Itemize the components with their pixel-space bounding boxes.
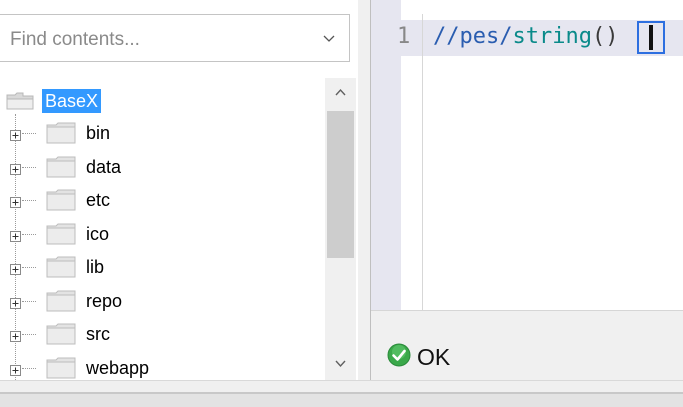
tree-item-label[interactable]: data (86, 155, 121, 179)
tree-connector (22, 334, 36, 335)
tree-root[interactable]: BaseX (0, 86, 325, 116)
folder-icon (46, 189, 76, 216)
tree-item-label[interactable]: lib (86, 255, 104, 279)
check-circle-icon (387, 343, 411, 372)
tree-connector (22, 267, 36, 268)
chevron-down-icon[interactable] (321, 30, 337, 46)
text-caret (649, 25, 653, 50)
search-input[interactable] (8, 27, 312, 53)
expand-plus-icon[interactable] (10, 296, 21, 309)
query-editor[interactable]: 1 //pes/string() (371, 0, 683, 310)
tree-root-label[interactable]: BaseX (42, 89, 102, 113)
tree-connector (22, 133, 36, 134)
folder-icon (46, 122, 76, 149)
folder-icon (46, 290, 76, 317)
tree-item[interactable]: ico (0, 219, 325, 249)
folder-open-icon (6, 92, 34, 115)
scroll-up-button[interactable] (325, 78, 356, 108)
tree-connector (22, 200, 36, 201)
tree-connector (22, 233, 36, 235)
tree-connector (22, 367, 36, 369)
folder-icon (46, 256, 76, 283)
expand-plus-icon[interactable] (10, 363, 21, 376)
status-text: OK (417, 344, 451, 370)
expand-plus-icon[interactable] (10, 329, 21, 342)
bottom-bar (0, 394, 683, 407)
tree-scrollbar[interactable] (325, 78, 356, 380)
tree-item[interactable]: webapp (0, 353, 325, 381)
tree-item[interactable]: etc (0, 185, 325, 215)
tree-item[interactable]: data (0, 152, 325, 182)
code-path: //pes/ (433, 24, 513, 49)
expand-plus-icon[interactable] (10, 262, 21, 275)
line-number: 1 (397, 24, 411, 49)
tree-item-label[interactable]: src (86, 322, 110, 346)
panel-gap (358, 0, 370, 380)
tree-item-label[interactable]: webapp (86, 356, 149, 380)
expand-plus-icon[interactable] (10, 162, 21, 175)
divider (0, 380, 683, 381)
tree-item[interactable]: lib (0, 252, 325, 282)
expand-plus-icon[interactable] (10, 128, 21, 141)
tree-item[interactable]: src (0, 319, 325, 349)
tree-item-label[interactable]: ico (86, 222, 109, 246)
file-tree: BaseX bin data etc ico lib repo src webapp (0, 78, 325, 380)
status-bar: OK (371, 310, 683, 381)
tree-item[interactable]: bin (0, 118, 325, 148)
folder-icon (46, 156, 76, 183)
folder-icon (46, 323, 76, 350)
tree-item-label[interactable]: repo (86, 289, 122, 313)
tree-item-label[interactable]: etc (86, 188, 110, 212)
file-browser-panel: BaseX bin data etc ico lib repo src webapp (0, 0, 358, 380)
gutter-divider (422, 14, 423, 310)
expand-plus-icon[interactable] (10, 229, 21, 242)
tree-connector (22, 300, 36, 302)
search-combobox[interactable] (0, 14, 350, 62)
folder-icon (46, 223, 76, 250)
code-close-paren: ) (605, 24, 619, 49)
folder-icon (46, 357, 76, 381)
tree-item-label[interactable]: bin (86, 121, 110, 145)
scroll-down-button[interactable] (325, 350, 356, 380)
code-function: string (512, 24, 592, 49)
code-line[interactable]: //pes/string() (433, 24, 618, 49)
tree-connector (22, 166, 36, 168)
tree-item[interactable]: repo (0, 286, 325, 316)
expand-plus-icon[interactable] (10, 195, 21, 208)
code-open-paren: ( (591, 24, 606, 49)
scroll-thumb[interactable] (327, 111, 354, 258)
